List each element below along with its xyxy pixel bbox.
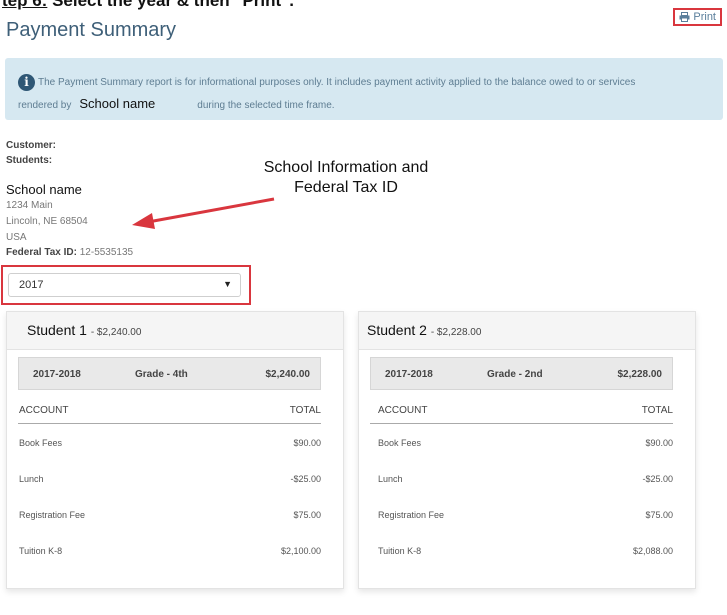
info-icon: i bbox=[18, 73, 35, 91]
account-name: Book Fees bbox=[19, 438, 63, 448]
info-alert: i The Payment Summary report is for infor… bbox=[5, 58, 723, 120]
step-instruction: Select the year & then "Print". bbox=[47, 0, 294, 10]
account-table-header: ACCOUNT TOTAL bbox=[18, 405, 321, 424]
step-number: tep 6: bbox=[2, 0, 48, 10]
info-text-prefix: rendered by bbox=[18, 100, 72, 111]
account-name: Lunch bbox=[19, 474, 44, 484]
total-column-header: TOTAL bbox=[641, 405, 673, 416]
school-address-line2: Lincoln, NE 68504 bbox=[6, 216, 88, 227]
print-label: Print bbox=[693, 11, 716, 23]
dropdown-caret-icon: ▼ bbox=[223, 279, 232, 289]
account-name: Registration Fee bbox=[378, 510, 445, 520]
year-select[interactable]: 2017 ▼ bbox=[8, 273, 241, 297]
total-column-header: TOTAL bbox=[289, 405, 321, 416]
school-year: 2017-2018 bbox=[385, 369, 433, 380]
customer-label: Customer: bbox=[6, 140, 57, 151]
account-column-header: ACCOUNT bbox=[19, 405, 69, 416]
student-amount: - $2,228.00 bbox=[430, 327, 482, 338]
account-total: $75.00 bbox=[645, 510, 673, 520]
grade-summary-bar: 2017-2018 Grade - 2nd $2,228.00 bbox=[370, 357, 673, 390]
account-name: Lunch bbox=[378, 474, 403, 484]
student-card-2: Student 2 - $2,228.00 2017-2018 Grade - … bbox=[358, 311, 696, 589]
annotation-line1: School Information and bbox=[263, 159, 429, 176]
annotation-arrow bbox=[132, 197, 275, 229]
account-name: Book Fees bbox=[378, 438, 422, 448]
school-country: USA bbox=[6, 232, 27, 243]
federal-tax-id: Federal Tax ID: 12-5535135 bbox=[6, 247, 133, 258]
tax-id-label: Federal Tax ID: bbox=[6, 247, 77, 258]
annotation-callout: School Information and Federal Tax ID bbox=[256, 158, 436, 198]
school-address-line1: 1234 Main bbox=[6, 200, 53, 211]
year-select-highlight: 2017 ▼ bbox=[1, 265, 251, 305]
print-button[interactable]: Print bbox=[673, 8, 722, 26]
account-total: -$25.00 bbox=[642, 474, 673, 484]
account-total: $75.00 bbox=[293, 510, 321, 520]
card-title: Student 2 - $2,228.00 bbox=[367, 322, 481, 338]
account-name: Tuition K-8 bbox=[378, 546, 422, 556]
card-header: Student 1 - $2,240.00 bbox=[7, 312, 343, 350]
step-heading: tep 6: Select the year & then "Print". bbox=[2, 0, 294, 11]
info-text-suffix: during the selected time frame. bbox=[197, 100, 335, 111]
tax-id-value: 12-5535135 bbox=[79, 247, 134, 258]
page-title: Payment Summary bbox=[6, 19, 177, 41]
account-total: $2,100.00 bbox=[280, 546, 321, 556]
grade-label: Grade - 4th bbox=[135, 369, 188, 380]
annotation-line2: Federal Tax ID bbox=[294, 179, 398, 196]
grade-label: Grade - 2nd bbox=[487, 369, 543, 380]
account-name: Tuition K-8 bbox=[19, 546, 63, 556]
student-name: Student 2 bbox=[367, 322, 427, 338]
account-total: $2,088.00 bbox=[632, 546, 673, 556]
student-name: Student 1 bbox=[27, 322, 87, 338]
student-amount: - $2,240.00 bbox=[90, 327, 142, 338]
card-title: Student 1 - $2,240.00 bbox=[27, 322, 141, 338]
account-total: $90.00 bbox=[645, 438, 673, 448]
school-year: 2017-2018 bbox=[33, 369, 81, 380]
account-column-header: ACCOUNT bbox=[378, 405, 428, 416]
year-select-value: 2017 bbox=[19, 279, 44, 291]
account-name: Registration Fee bbox=[19, 510, 86, 520]
printer-icon bbox=[679, 12, 690, 22]
students-label: Students: bbox=[6, 155, 53, 166]
grade-total: $2,240.00 bbox=[265, 369, 311, 380]
info-text-line1: The Payment Summary report is for inform… bbox=[38, 77, 636, 88]
info-school-name: School name bbox=[79, 96, 156, 111]
card-header: Student 2 - $2,228.00 bbox=[359, 312, 695, 350]
grade-summary-bar: 2017-2018 Grade - 4th $2,240.00 bbox=[18, 357, 321, 390]
account-total: -$25.00 bbox=[290, 474, 321, 484]
account-table-header: ACCOUNT TOTAL bbox=[370, 405, 673, 424]
school-name: School name bbox=[6, 182, 82, 197]
grade-total: $2,228.00 bbox=[617, 369, 663, 380]
student-card-1: Student 1 - $2,240.00 2017-2018 Grade - … bbox=[6, 311, 344, 589]
account-total: $90.00 bbox=[293, 438, 321, 448]
